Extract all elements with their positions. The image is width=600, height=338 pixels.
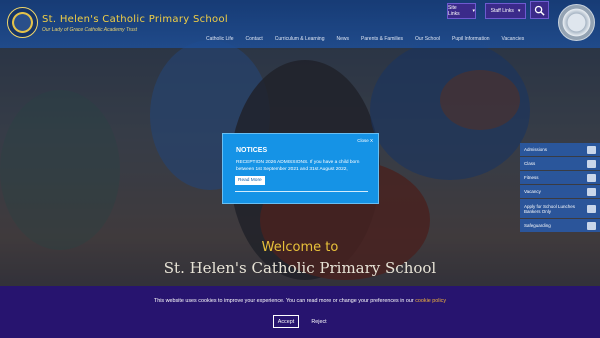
cookie-policy-link[interactable]: cookie policy	[415, 298, 446, 304]
school-crest-logo[interactable]	[7, 7, 38, 38]
side-item-label: Admissions	[524, 147, 548, 152]
quick-access-panel: Admissions Class Fitness Vacancy Apply f…	[520, 143, 600, 233]
nav-item-pupil-info[interactable]: Pupil Information	[446, 36, 496, 42]
side-item-safeguarding[interactable]: Safeguarding	[520, 219, 600, 232]
staff-links-label: Staff Links	[490, 8, 514, 14]
nav-item-parents[interactable]: Parents & Families	[355, 36, 409, 42]
side-item-vacancy[interactable]: Vacancy	[520, 185, 600, 198]
fitness-icon	[587, 173, 596, 182]
site-header: St. Helen's Catholic Primary School Our …	[0, 0, 600, 48]
main-nav: Catholic Life Contact Curriculum & Learn…	[200, 36, 530, 42]
close-button[interactable]: Close X	[357, 138, 373, 143]
side-item-admissions[interactable]: Admissions	[520, 143, 600, 156]
read-more-button[interactable]: Read More	[235, 176, 265, 185]
side-item-label: Vacancy	[524, 189, 541, 194]
site-links-label: Site Links	[448, 5, 460, 17]
admissions-icon	[587, 145, 596, 154]
side-item-label: Safeguarding	[524, 223, 551, 228]
safeguarding-icon	[587, 221, 596, 230]
side-item-class[interactable]: Class	[520, 157, 600, 170]
nav-item-catholic-life[interactable]: Catholic Life	[200, 36, 240, 42]
trust-tagline: Our Lady of Grace Catholic Academy Trust	[42, 27, 138, 33]
side-item-fitness[interactable]: Fitness	[520, 171, 600, 184]
notices-title: NOTICES	[236, 147, 268, 154]
search-button[interactable]	[530, 1, 549, 19]
chevron-down-icon: ▾	[517, 8, 521, 14]
school-name[interactable]: St. Helen's Catholic Primary School	[42, 14, 228, 25]
reject-button[interactable]: Reject	[306, 315, 332, 328]
side-item-label: Class	[524, 161, 536, 166]
cookie-message: This website uses cookies to improve you…	[0, 298, 600, 304]
chevron-down-icon: ▾	[472, 8, 475, 14]
divider	[235, 191, 368, 192]
notices-modal: Close X NOTICES RECEPTION 2026 ADMISSION…	[222, 133, 379, 204]
welcome-heading: Welcome to	[261, 240, 339, 255]
staff-links-button[interactable]: Staff Links ▾	[485, 3, 526, 19]
nav-item-curriculum[interactable]: Curriculum & Learning	[269, 36, 331, 42]
accept-button[interactable]: Accept	[273, 315, 299, 328]
nav-item-our-school[interactable]: Our School	[409, 36, 446, 42]
side-item-label: Apply for School Lunches Bankers Only	[524, 203, 576, 214]
vacancy-icon	[587, 187, 596, 196]
search-icon	[534, 5, 545, 16]
welcome-school-name: St. Helen's Catholic Primary School	[163, 259, 437, 277]
nav-item-contact[interactable]: Contact	[240, 36, 269, 42]
notice-text: RECEPTION 2026 ADMISSIONS. If you have a…	[236, 160, 360, 172]
nav-item-vacancies[interactable]: Vacancies	[496, 36, 531, 42]
trust-badge-logo	[558, 4, 595, 41]
site-links-button[interactable]: Site Links ▾	[447, 3, 476, 19]
lunch-icon	[587, 204, 596, 213]
cookie-banner: This website uses cookies to improve you…	[0, 286, 600, 338]
cookie-text: This website uses cookies to improve you…	[153, 298, 414, 304]
side-item-label: Fitness	[524, 175, 539, 180]
side-item-lunches[interactable]: Apply for School Lunches Bankers Only	[520, 199, 600, 218]
nav-item-news[interactable]: News	[331, 36, 356, 42]
class-icon	[587, 159, 596, 168]
